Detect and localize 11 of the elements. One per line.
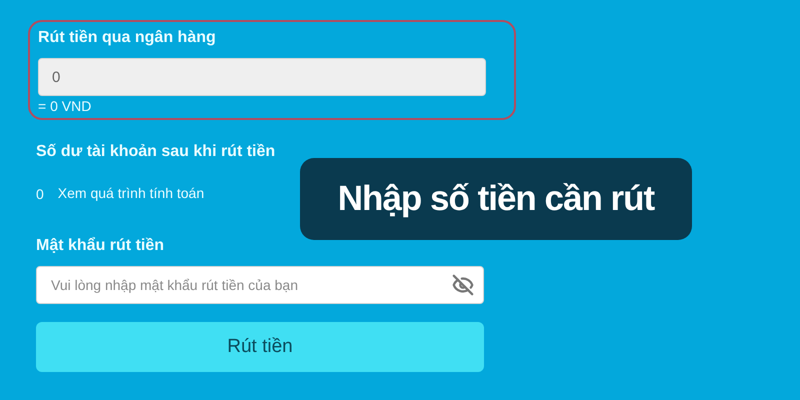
field-label: Mật khẩu rút tiền	[36, 237, 164, 254]
password-field[interactable]: Vui lòng nhập mật khẩu rút tiền của bạn	[36, 266, 484, 304]
calculation-link[interactable]: Xem quá trình tính toán	[58, 185, 204, 201]
section-label: Số dư tài khoản sau khi rút tiền	[36, 143, 276, 160]
eye-off-icon[interactable]	[452, 274, 474, 296]
converted-amount: = 0 VND	[38, 98, 92, 114]
caption-text: Nhập số tiền cần rút	[338, 179, 654, 219]
balance-amount: 0	[36, 186, 44, 202]
withdraw-button[interactable]: Rút tiền	[36, 322, 484, 372]
field-label: Rút tiền qua ngân hàng	[38, 28, 217, 48]
amount-field[interactable]: 0	[38, 58, 486, 96]
